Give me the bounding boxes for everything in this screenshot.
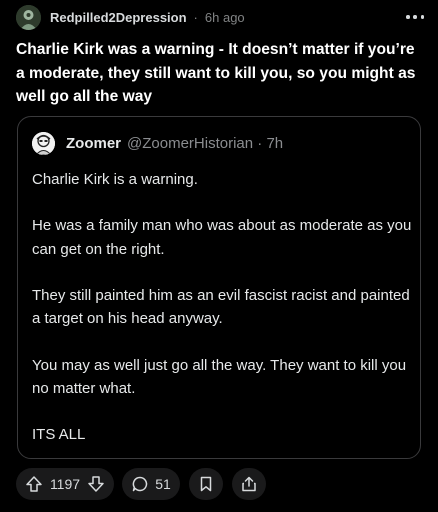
more-options-icon[interactable] [404,10,426,24]
comment-bubble-icon [131,475,149,493]
post-title[interactable]: Charlie Kirk was a warning - It doesn’t … [16,38,421,109]
user-avatar-icon[interactable] [16,4,41,30]
quote-paragraph: He was a family man who was about as mod… [32,217,412,258]
quote-avatar-icon [32,131,55,155]
quoted-post-card[interactable]: Zoomer @ZoomerHistorian · 7h Charlie Kir… [17,116,421,459]
comment-button[interactable]: 51 [122,468,180,500]
quote-header: Zoomer @ZoomerHistorian · 7h [32,130,283,156]
separator-dot: · [193,9,198,25]
share-icon [240,475,258,493]
quote-body: Charlie Kirk is a warning. He was a fami… [32,168,412,446]
upvote-arrow-icon[interactable] [24,474,44,494]
quote-author-name: Zoomer [66,134,122,152]
quote-paragraph: They still painted him as an evil fascis… [32,286,410,328]
vote-count: 1197 [49,476,81,492]
share-button[interactable] [232,468,266,500]
action-bar: 1197 51 [16,467,266,501]
post-time: 6h ago [204,9,245,25]
save-button[interactable] [189,468,223,500]
post-username[interactable]: Redpilled2Depression [50,10,187,25]
vote-control: 1197 [16,468,114,500]
post-header: Redpilled2Depression · 6h ago [16,4,426,30]
quote-paragraph: ITS ALL [32,426,86,444]
quote-author-handle: @ZoomerHistorian · 7h [127,134,284,152]
quote-paragraph: Charlie Kirk is a warning. [32,171,198,188]
downvote-arrow-icon[interactable] [86,474,106,494]
quote-paragraph: You may as well just go all the way. The… [32,356,407,397]
bookmark-icon [198,475,214,493]
comment-count: 51 [155,476,171,492]
